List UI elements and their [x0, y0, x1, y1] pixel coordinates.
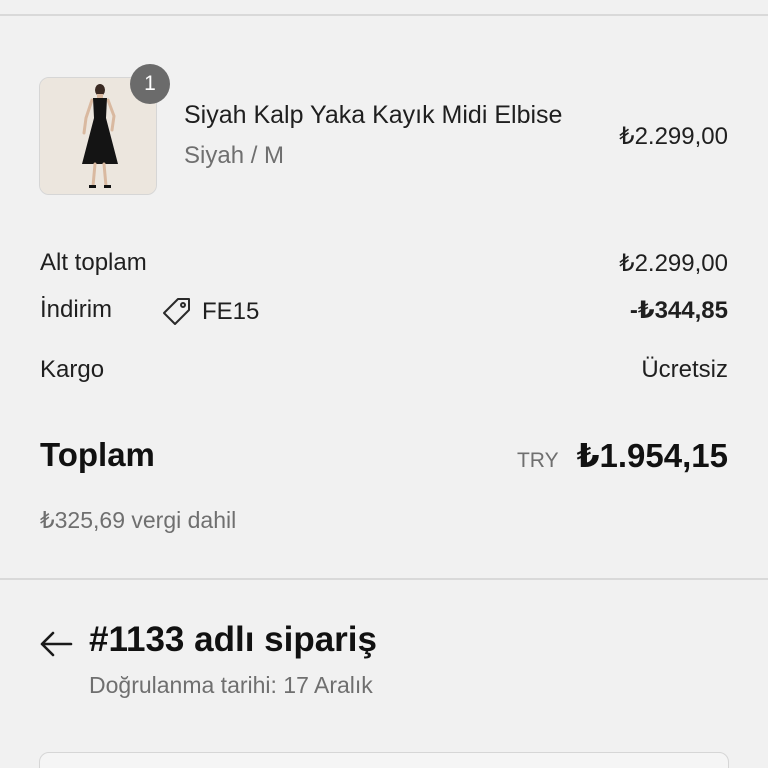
order-title: #1133 adlı sipariş	[89, 620, 377, 659]
tax-note: ₺325,69 vergi dahil	[40, 507, 237, 533]
top-divider	[0, 14, 768, 16]
order-summary-page: 1 Siyah Kalp Yaka Kayık Midi Elbise Siya…	[0, 0, 768, 768]
shipping-value: Ücretsiz	[641, 356, 728, 383]
subtotal-label: Alt toplam	[40, 249, 147, 276]
subtotal-value: ₺2.299,00	[619, 250, 728, 277]
discount-code: FE15	[161, 296, 259, 328]
total-amount-group: TRY ₺1.954,15	[517, 436, 728, 475]
order-details-card	[39, 752, 729, 768]
total-amount: ₺1.954,15	[576, 437, 728, 474]
arrow-left-icon	[40, 631, 73, 657]
section-divider	[0, 578, 768, 580]
currency-code: TRY	[516, 449, 559, 472]
product-price: ₺2.299,00	[619, 123, 728, 150]
discount-value: -₺344,85	[629, 297, 728, 324]
order-confirmation-date: Doğrulanma tarihi: 17 Aralık	[89, 672, 373, 698]
discount-label: İndirim	[40, 296, 113, 323]
back-button[interactable]	[38, 626, 74, 662]
product-name: Siyah Kalp Yaka Kayık Midi Elbise	[184, 101, 563, 129]
shipping-label: Kargo	[40, 356, 105, 383]
tag-icon	[163, 298, 190, 325]
product-variant: Siyah / M	[184, 142, 285, 169]
discount-code-text: FE15	[202, 298, 260, 325]
quantity-badge: 1	[130, 64, 170, 104]
total-label: Toplam	[40, 436, 155, 473]
